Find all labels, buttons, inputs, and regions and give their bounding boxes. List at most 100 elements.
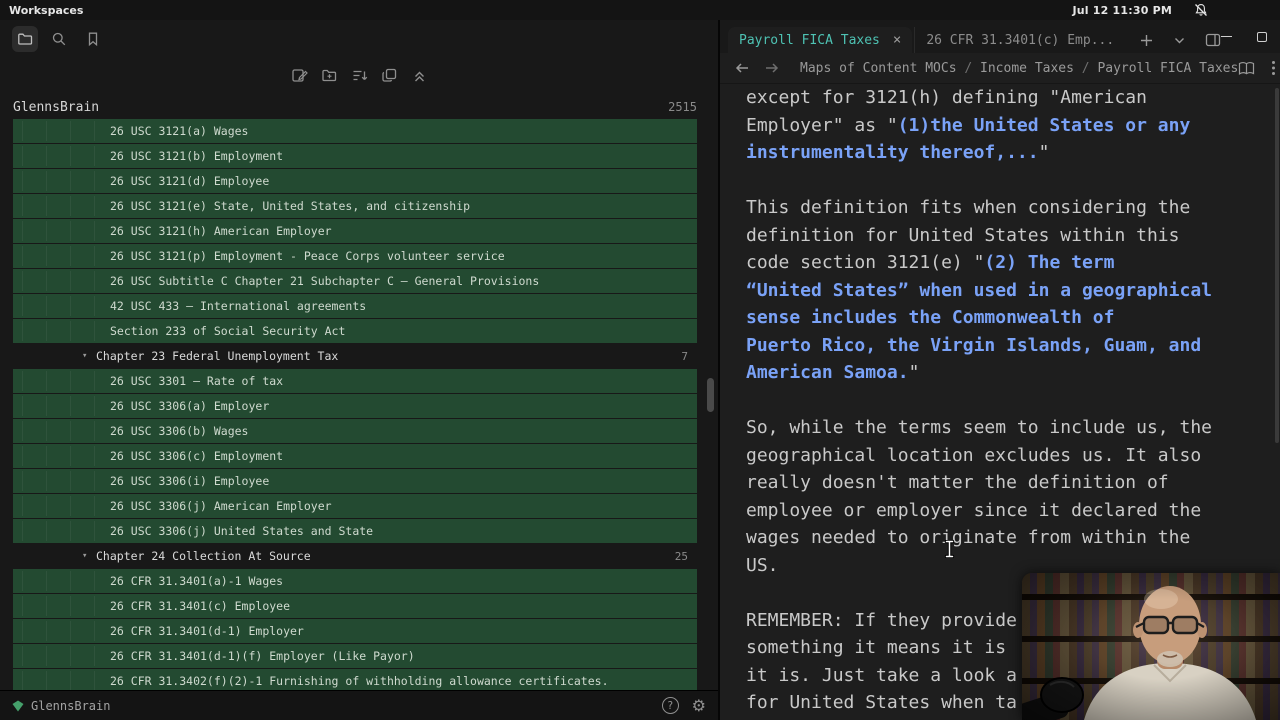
maximize-button[interactable] (1257, 31, 1268, 42)
leaf-label: 26 USC 3306(c) Employment (110, 449, 284, 463)
tab-26-cfr-313401c[interactable]: 26 CFR 31.3401(c) Emp... (914, 27, 1125, 53)
breadcrumb-separator: / (1073, 60, 1098, 76)
breadcrumb: Maps of Content MOCs / Income Taxes / Pa… (800, 61, 1238, 76)
sort-icon[interactable] (350, 66, 368, 84)
breadcrumb-separator: / (956, 60, 981, 76)
tab-label: 26 CFR 31.3401(c) Emp... (926, 32, 1115, 48)
outline-tree: 26 USC 3121(a) Wages 26 USC 3121(b) Emplo… (0, 119, 718, 690)
sidebar-layout-icon[interactable] (1205, 32, 1221, 48)
collapse-chevron-icon[interactable]: ▾ (82, 551, 96, 561)
leaf-label: 26 CFR 31.3401(a)-1 Wages (110, 574, 284, 588)
tree-leaf-row[interactable]: 26 USC 3121(e) State, United States, and… (13, 194, 697, 218)
search-icon[interactable] (46, 26, 72, 52)
leaf-label: 26 CFR 31.3401(d-1) Employer (110, 624, 304, 638)
note-paragraph: So, while the terms seem to include us, … (746, 417, 1212, 576)
status-bar: GlennsBrain ? ⚙ (0, 690, 718, 720)
vault-switcher[interactable]: GlennsBrain (12, 699, 110, 713)
tree-leaf-row[interactable]: 26 USC 3301 – Rate of tax (13, 369, 697, 393)
leaf-label: 26 USC 3306(b) Wages (110, 424, 249, 438)
leaf-label: 26 USC 3306(j) United States and State (110, 524, 374, 538)
tree-leaf-row[interactable]: 26 USC 3121(b) Employment (13, 144, 697, 168)
tree-leaf-row[interactable]: 42 USC 433 – International agreements (13, 294, 697, 318)
reading-mode-icon[interactable] (1238, 61, 1255, 76)
window-controls: × (1221, 20, 1280, 53)
leaf-label: 42 USC 433 – International agreements (110, 299, 367, 313)
expand-icon[interactable] (380, 66, 398, 84)
webcam-vignette (1022, 573, 1280, 720)
leaf-label: 26 CFR 31.3401(c) Employee (110, 599, 291, 613)
folder-count: 7 (681, 349, 688, 363)
tree-leaf-row[interactable]: 26 USC 3306(c) Employment (13, 444, 697, 468)
webcam-overlay (1022, 573, 1280, 720)
tree-leaf-row[interactable]: 26 USC 3306(a) Employer (13, 394, 697, 418)
bookmark-icon[interactable] (80, 26, 106, 52)
tree-leaf-row[interactable]: 26 USC 3306(i) Employee (13, 469, 697, 493)
leaf-label: Section 233 of Social Security Act (110, 324, 346, 338)
tree-leaf-row[interactable]: 26 USC 3306(j) United States and State (13, 519, 697, 543)
workspaces-button[interactable]: Workspaces (9, 4, 83, 17)
leaf-label: 26 USC 3121(a) Wages (110, 124, 249, 138)
os-topbar: Workspaces Jul 12 11:30 PM (0, 0, 1280, 20)
settings-gear-icon[interactable]: ⚙ (692, 697, 706, 714)
screen: Workspaces Jul 12 11:30 PM GlennsBrain 2… (0, 0, 1280, 720)
new-note-icon[interactable] (290, 66, 308, 84)
tree-leaf-row[interactable]: 26 USC 3121(d) Employee (13, 169, 697, 193)
leaf-label: 26 CFR 31.3401(d-1)(f) Employer (Like Pa… (110, 649, 415, 663)
leaf-label: 26 USC 3306(i) Employee (110, 474, 270, 488)
tree-folder-row[interactable]: ▾ Chapter 24 Collection At Source 25 (0, 544, 718, 568)
breadcrumb-segment[interactable]: Maps of Content MOCs (800, 61, 957, 76)
tree-leaf-row[interactable]: 26 CFR 31.3401(d-1)(f) Employer (Like Pa… (13, 644, 697, 668)
collapse-chevron-icon[interactable]: ▾ (82, 351, 96, 361)
leaf-label: 26 USC Subtitle C Chapter 21 Subchapter … (110, 274, 540, 288)
more-options-icon[interactable] (1271, 60, 1276, 76)
tree-leaf-row[interactable]: 26 USC Subtitle C Chapter 21 Subchapter … (13, 269, 697, 293)
tree-leaf-row[interactable]: 26 USC 3121(a) Wages (13, 119, 697, 143)
tab-label: Payroll FICA Taxes (739, 32, 880, 48)
note-paragraph: except for 3121(h) defining "American Emp… (746, 87, 1191, 163)
tab-close-icon[interactable]: × (893, 32, 901, 48)
leaf-label: 26 USC 3121(e) State, United States, and… (110, 199, 471, 213)
folder-label: Chapter 23 Federal Unemployment Tax (96, 349, 339, 363)
minimize-button[interactable] (1221, 35, 1233, 38)
vault-icon (12, 700, 24, 711)
new-folder-icon[interactable] (320, 66, 338, 84)
collapse-all-icon[interactable] (410, 66, 428, 84)
tree-leaf-row[interactable]: 26 USC 3121(p) Employment - Peace Corps … (13, 244, 697, 268)
tree-leaf-row[interactable]: 26 CFR 31.3401(c) Employee (13, 594, 697, 618)
leaf-label: 26 USC 3121(b) Employment (110, 149, 284, 163)
clock[interactable]: Jul 12 11:30 PM (1072, 4, 1172, 17)
breadcrumb-segment[interactable]: Income Taxes (980, 61, 1074, 76)
folder-label: Chapter 24 Collection At Source (96, 549, 311, 563)
right-scrollbar[interactable] (1275, 88, 1279, 443)
tab-bar: Payroll FICA Taxes × 26 CFR 31.3401(c) E… (720, 20, 1280, 53)
pane-header: GlennsBrain 2515 (13, 96, 697, 118)
tree-folder-row[interactable]: ▾ Chapter 23 Federal Unemployment Tax 7 (0, 344, 718, 368)
leaf-label: 26 USC 3306(j) American Employer (110, 499, 332, 513)
tab-payroll-fica-taxes[interactable]: Payroll FICA Taxes × (728, 27, 913, 53)
new-tab-icon[interactable] (1139, 33, 1154, 48)
note-paragraph: This definition fits when considering th… (746, 197, 1212, 383)
help-icon[interactable]: ? (661, 697, 679, 714)
leaf-label: 26 USC 3121(p) Employment - Peace Corps … (110, 249, 505, 263)
leaf-label: 26 USC 3306(a) Employer (110, 399, 270, 413)
breadcrumb-bar: Maps of Content MOCs / Income Taxes / Pa… (720, 53, 1280, 84)
vault-name: GlennsBrain (31, 698, 111, 713)
ribbon (12, 26, 106, 52)
tree-leaf-row[interactable]: 26 USC 3121(h) American Employer (13, 219, 697, 243)
tree-leaf-row[interactable]: 26 CFR 31.3401(a)-1 Wages (13, 569, 697, 593)
tree-leaf-row[interactable]: Section 233 of Social Security Act (13, 319, 697, 343)
tree-leaf-row[interactable]: 26 CFR 31.3402(f)(2)-1 Furnishing of wit… (13, 669, 697, 690)
files-folder-icon[interactable] (12, 26, 38, 52)
tree-leaf-row[interactable]: 26 USC 3306(j) American Employer (13, 494, 697, 518)
tree-leaf-row[interactable]: 26 CFR 31.3401(d-1) Employer (13, 619, 697, 643)
leaf-label: 26 CFR 31.3402(f)(2)-1 Furnishing of wit… (110, 674, 609, 688)
pane-toolbar (0, 66, 718, 84)
forward-arrow-icon[interactable] (764, 61, 780, 75)
left-scrollbar[interactable] (707, 378, 714, 412)
tree-leaf-row[interactable]: 26 USC 3306(b) Wages (13, 419, 697, 443)
back-arrow-icon[interactable] (734, 61, 750, 75)
breadcrumb-segment[interactable]: Payroll FICA Taxes (1097, 61, 1238, 76)
notifications-muted-icon[interactable] (1194, 3, 1208, 17)
chevron-down-icon[interactable] (1173, 34, 1186, 47)
leaf-label: 26 USC 3301 – Rate of tax (110, 374, 284, 388)
